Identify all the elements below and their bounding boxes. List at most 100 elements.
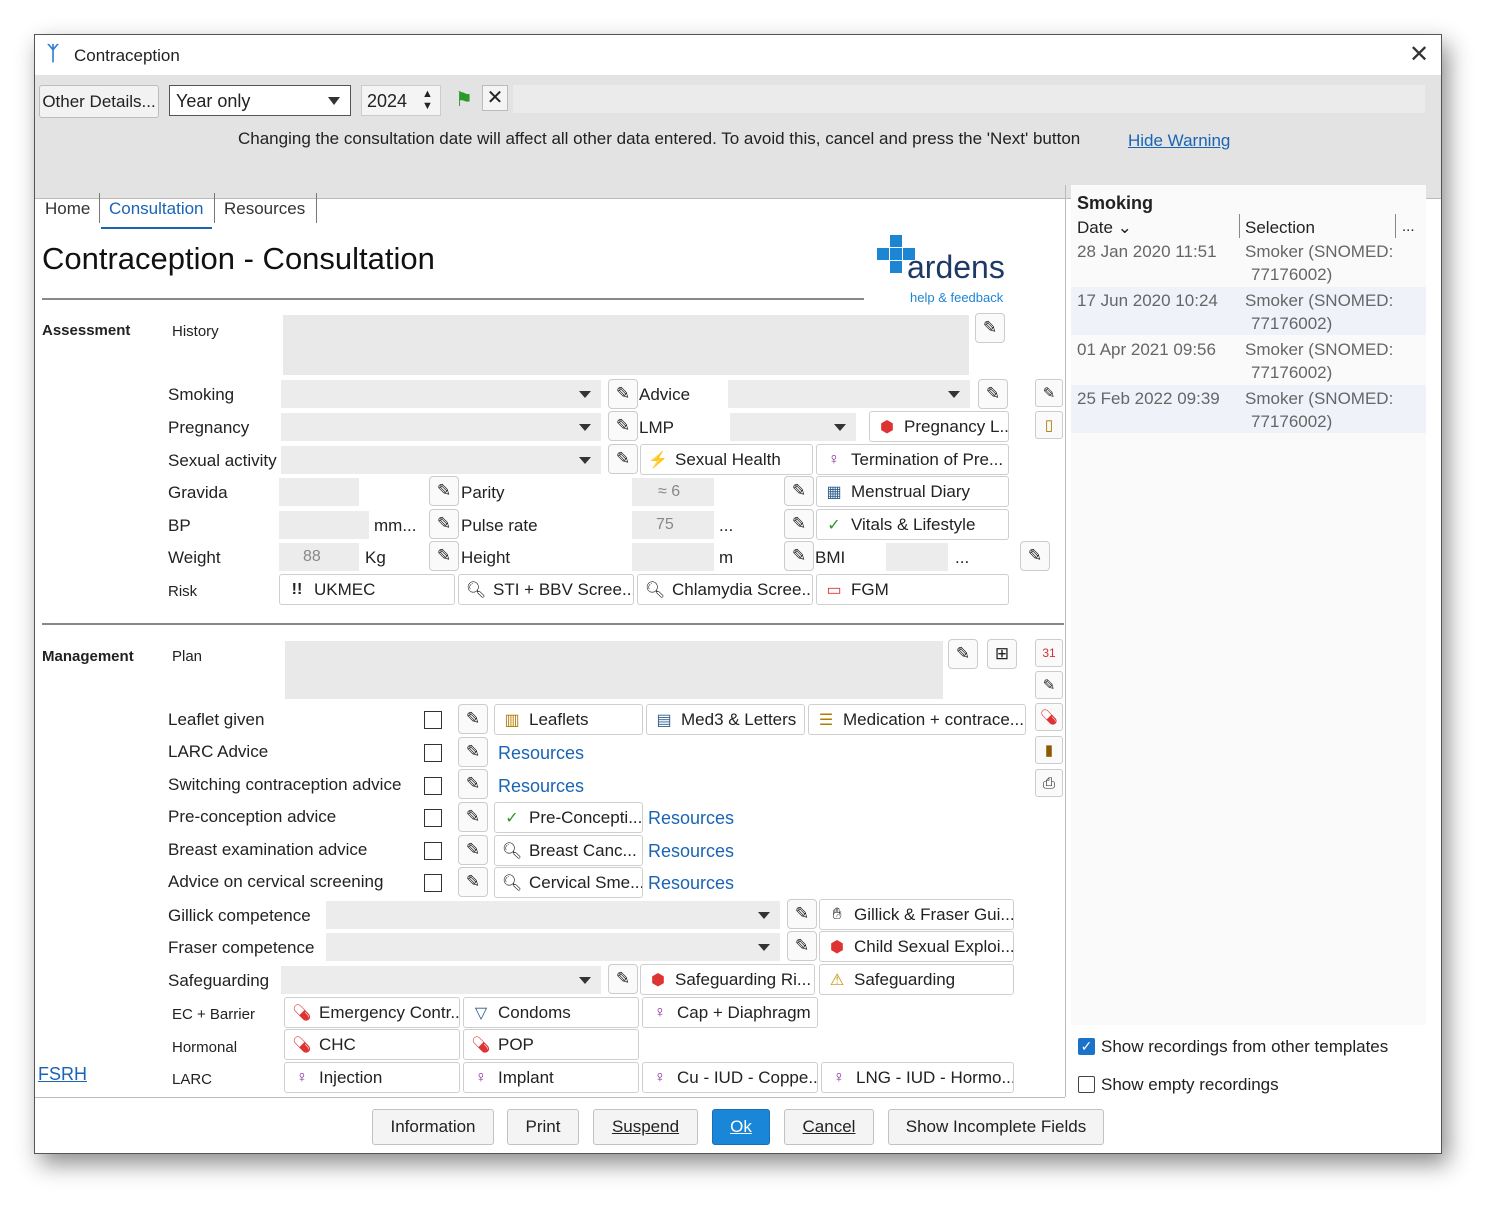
breast-resources-link[interactable]: Resources — [648, 841, 734, 862]
printer-icon[interactable]: ⎙ — [1035, 769, 1063, 797]
pulse-field[interactable]: 75 — [632, 511, 714, 539]
gillick-button[interactable]: ✋︎ Gillick & Fraser Gui... — [819, 899, 1014, 930]
leaflet-edit-icon[interactable]: ✎ — [458, 704, 488, 734]
information-button[interactable]: Information — [372, 1109, 494, 1145]
recording-row[interactable]: 25 Feb 2022 09:39 Smoker (SNOMED: 771760… — [1071, 385, 1426, 433]
recording-row[interactable]: 17 Jun 2020 10:24 Smoker (SNOMED: 771760… — [1071, 287, 1426, 335]
weight-edit-icon[interactable]: ✎ — [429, 541, 459, 571]
bp-field[interactable] — [279, 511, 369, 539]
implant-button[interactable]: ♀ Implant — [463, 1062, 639, 1093]
preconception-resources-link[interactable]: Resources — [648, 808, 734, 829]
advice-select[interactable] — [728, 380, 970, 408]
ukmec-button[interactable]: !! UKMEC — [279, 574, 455, 605]
bmi-field[interactable] — [886, 543, 948, 571]
menstrual-diary-button[interactable]: ▦ Menstrual Diary — [816, 476, 1009, 507]
date-text-field[interactable] — [513, 85, 1425, 113]
bottle-icon[interactable]: ▮ — [1035, 736, 1063, 764]
medication-button[interactable]: ☰ Medication + contrace... — [808, 704, 1026, 735]
emergency-contraception-button[interactable]: 💊︎ Emergency Contr... — [284, 997, 460, 1028]
cervical-checkbox[interactable] — [424, 874, 442, 892]
injection-button[interactable]: ♀ Injection — [284, 1062, 460, 1093]
breast-button[interactable]: 🔍︎ Breast Canc... — [494, 835, 643, 866]
help-feedback-link[interactable]: help & feedback — [910, 290, 1003, 305]
pregnancy-select[interactable] — [281, 413, 601, 441]
suspend-button[interactable]: Suspend — [593, 1109, 698, 1145]
flag-icon[interactable]: ⚑ — [455, 87, 473, 112]
recording-row[interactable]: 01 Apr 2021 09:56 Smoker (SNOMED: 771760… — [1071, 336, 1426, 384]
chlamydia-button[interactable]: 🔍︎ Chlamydia Scree... — [637, 574, 813, 605]
fgm-button[interactable]: ▭ FGM — [816, 574, 1009, 605]
close-icon[interactable]: ✕ — [1409, 40, 1429, 69]
pulse-edit-icon[interactable]: ✎ — [784, 509, 814, 539]
cancel-button[interactable]: Cancel — [784, 1109, 874, 1145]
safeguarding-edit-icon[interactable]: ✎ — [608, 964, 638, 994]
pregnancy-edit-icon[interactable]: ✎ — [608, 411, 638, 441]
larc-resources-link[interactable]: Resources — [498, 743, 584, 764]
safeguarding-button[interactable]: ⚠ Safeguarding — [819, 964, 1014, 995]
height-edit-icon[interactable]: ✎ — [784, 541, 814, 571]
condoms-button[interactable]: ▽ Condoms — [463, 997, 639, 1028]
date-column-header[interactable]: Date ⌄ — [1077, 218, 1132, 238]
advice-edit-icon[interactable]: ✎ — [978, 379, 1008, 409]
preconception-checkbox[interactable] — [424, 809, 442, 827]
pop-button[interactable]: 💊︎ POP — [463, 1029, 639, 1060]
bin-icon[interactable]: ▯ — [1035, 411, 1063, 439]
tab-consultation[interactable]: Consultation — [109, 199, 204, 219]
cervical-button[interactable]: 🔍︎ Cervical Sme... — [494, 867, 643, 898]
pregnancy-button[interactable]: ⬢ Pregnancy L... — [869, 411, 1009, 442]
tab-resources[interactable]: Resources — [224, 199, 305, 219]
fraser-select[interactable] — [326, 933, 780, 961]
cap-diaphragm-button[interactable]: ♀ Cap + Diaphragm — [642, 997, 818, 1028]
gravida-field[interactable] — [279, 478, 359, 506]
ok-button[interactable]: Ok — [712, 1109, 770, 1145]
leaflet-checkbox[interactable] — [424, 711, 442, 729]
preconception-edit-icon[interactable]: ✎ — [458, 802, 488, 832]
lmp-select[interactable] — [730, 413, 856, 441]
calendar-31-icon[interactable]: 31 — [1035, 639, 1063, 667]
recording-row[interactable]: 28 Jan 2020 11:51 Smoker (SNOMED: 771760… — [1071, 238, 1426, 286]
leaflets-button[interactable]: ▥ Leaflets — [494, 704, 643, 735]
preconception-button[interactable]: ✓ Pre-Concepti... — [494, 802, 643, 833]
height-field[interactable] — [632, 543, 714, 571]
clear-date-icon[interactable]: ✕ — [482, 85, 508, 111]
note-icon[interactable]: ✎ — [1035, 671, 1063, 699]
breast-checkbox[interactable] — [424, 842, 442, 860]
plan-add-icon[interactable]: ⊞ — [987, 639, 1017, 669]
sti-button[interactable]: 🔍︎ STI + BBV Scree... — [458, 574, 634, 605]
cervical-edit-icon[interactable]: ✎ — [458, 867, 488, 897]
show-incomplete-button[interactable]: Show Incomplete Fields — [888, 1109, 1104, 1145]
bmi-edit-icon[interactable]: ✎ — [1020, 541, 1050, 571]
history-edit-icon[interactable]: ✎ — [975, 313, 1005, 343]
hide-warning-link[interactable]: Hide Warning — [1128, 131, 1230, 151]
switching-checkbox[interactable] — [424, 777, 442, 795]
switching-edit-icon[interactable]: ✎ — [458, 769, 488, 799]
show-empty-checkbox[interactable] — [1078, 1076, 1095, 1093]
cse-button[interactable]: ⬢ Child Sexual Exploi... — [819, 931, 1014, 962]
med3-button[interactable]: ▤ Med3 & Letters — [646, 704, 805, 735]
fraser-edit-icon[interactable]: ✎ — [787, 931, 817, 961]
date-mode-select[interactable]: Year only — [169, 85, 351, 116]
sexual-activity-select[interactable] — [281, 446, 601, 474]
sexual-activity-edit-icon[interactable]: ✎ — [608, 444, 638, 474]
year-spinner[interactable]: 2024 ▲ ▼ — [361, 85, 441, 116]
smoking-select[interactable] — [281, 380, 601, 408]
history-textarea[interactable] — [283, 315, 969, 375]
safeguarding-risk-button[interactable]: ⬢ Safeguarding Ri... — [640, 964, 815, 995]
other-details-button[interactable]: Other Details... — [39, 85, 159, 118]
switching-resources-link[interactable]: Resources — [498, 776, 584, 797]
cu-iud-button[interactable]: ♀ Cu - IUD - Coppe... — [642, 1062, 818, 1093]
fsrh-link[interactable]: FSRH — [38, 1064, 87, 1085]
parity-edit-icon[interactable]: ✎ — [784, 476, 814, 506]
lng-iud-button[interactable]: ♀ LNG - IUD - Hormo... — [821, 1062, 1014, 1093]
gillick-edit-icon[interactable]: ✎ — [787, 899, 817, 929]
safeguarding-select[interactable] — [281, 966, 601, 994]
pill-icon[interactable]: 💊︎ — [1035, 703, 1063, 731]
plan-edit-icon[interactable]: ✎ — [948, 639, 978, 669]
tab-home[interactable]: Home — [45, 199, 90, 219]
gravida-edit-icon[interactable]: ✎ — [429, 476, 459, 506]
breast-edit-icon[interactable]: ✎ — [458, 835, 488, 865]
ardens-logo[interactable]: ardens help & feedback — [877, 233, 1022, 309]
smoking-edit-icon[interactable]: ✎ — [608, 379, 638, 409]
cervical-resources-link[interactable]: Resources — [648, 873, 734, 894]
sexual-health-button[interactable]: ⚡ Sexual Health — [640, 444, 813, 475]
